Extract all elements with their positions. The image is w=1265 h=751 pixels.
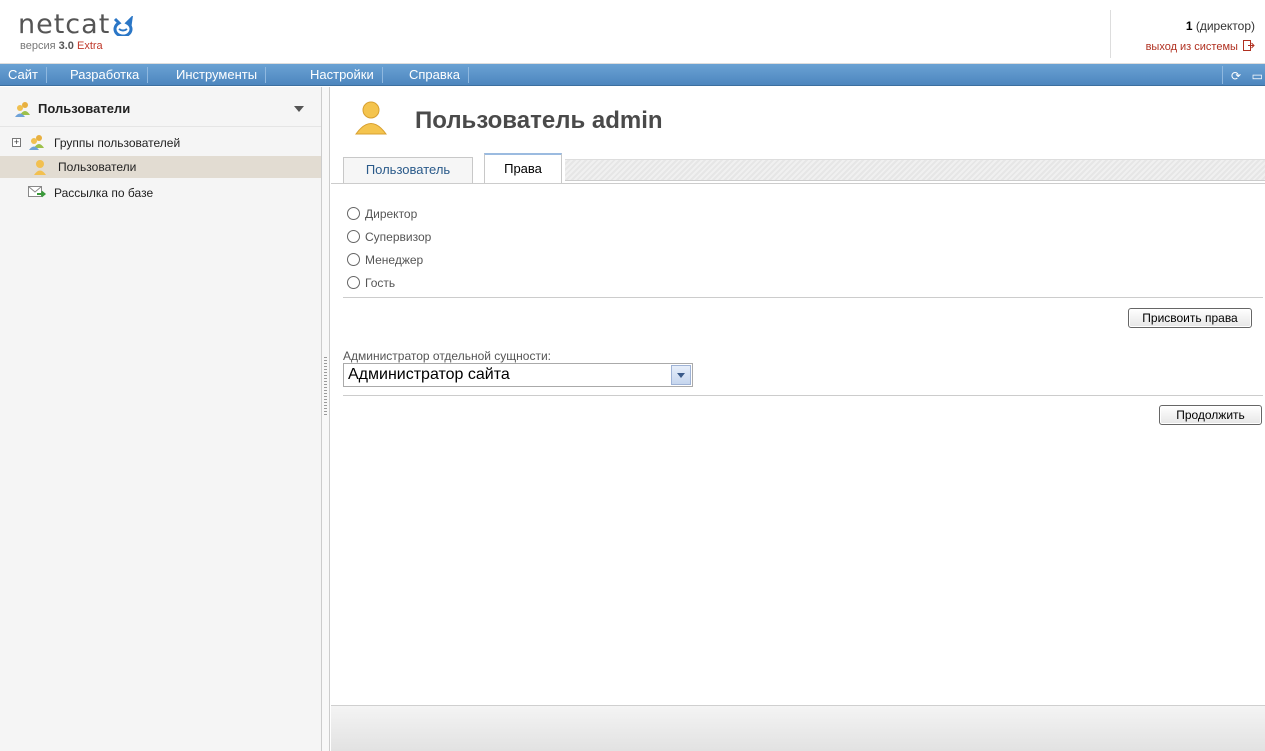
main-content: Пользователь admin Пользователь Права Ди… xyxy=(331,87,1265,751)
menu-right-tools: ⟳ ▭ xyxy=(1205,66,1265,84)
logo-text: netcat xyxy=(18,9,111,40)
sidebar-item-user-groups[interactable]: + Группы пользователей xyxy=(0,132,321,154)
sidebar-item-label: Рассылка по базе xyxy=(54,186,154,200)
logout-label: выход из системы xyxy=(1145,41,1238,53)
expand-icon[interactable]: + xyxy=(12,138,21,147)
header-divider xyxy=(1110,10,1111,58)
sidebar: Пользователи + Группы пользователей Поль… xyxy=(0,87,322,751)
menu-item-help[interactable]: Справка xyxy=(401,67,469,83)
logout-link[interactable]: выход из системы xyxy=(1146,40,1255,53)
divider xyxy=(343,395,1263,396)
tab-strip: Пользователь Права xyxy=(331,151,1265,183)
version-prefix: версия xyxy=(20,40,56,52)
tab-strip-background xyxy=(565,159,1265,181)
role-label: Гость xyxy=(365,276,396,290)
netcat-logo[interactable]: netcat xyxy=(18,9,134,40)
user-id: 1 xyxy=(1185,19,1193,33)
divider xyxy=(343,297,1263,298)
splitter-grip[interactable] xyxy=(324,357,327,417)
version-info: версия 3.0 Extra xyxy=(20,40,103,52)
sidebar-header[interactable]: Пользователи xyxy=(0,87,321,127)
main-menu-bar: Сайт Разработка Инструменты Настройки Сп… xyxy=(0,64,1265,86)
role-option-director[interactable]: Директор xyxy=(347,207,417,229)
sidebar-item-label: Пользователи xyxy=(58,160,137,174)
chevron-down-icon[interactable] xyxy=(671,365,691,385)
tab-rights[interactable]: Права xyxy=(484,153,562,183)
role-label: Директор xyxy=(365,207,418,221)
chat-icon[interactable]: ▭ xyxy=(1252,69,1263,83)
radio-button[interactable] xyxy=(347,207,360,220)
user-group-icon xyxy=(29,135,44,150)
user-icon xyxy=(355,101,387,135)
entity-admin-value: Администратор сайта xyxy=(348,366,510,383)
menu-item-site[interactable]: Сайт xyxy=(0,67,47,83)
sidebar-item-users[interactable]: Пользователи xyxy=(0,156,321,178)
current-user: 1 (директор) xyxy=(1186,19,1255,33)
refresh-icon[interactable]: ⟳ xyxy=(1231,69,1241,83)
chevron-down-icon[interactable] xyxy=(294,106,304,112)
cat-logo-icon xyxy=(113,16,134,36)
sidebar-title: Пользователи xyxy=(38,101,131,116)
sidebar-item-label: Группы пользователей xyxy=(54,136,181,150)
user-group-icon xyxy=(15,102,30,117)
continue-button[interactable]: Продолжить xyxy=(1159,405,1262,425)
page-title: Пользователь admin xyxy=(415,107,663,134)
radio-button[interactable] xyxy=(347,230,360,243)
entity-admin-label: Администратор отдельной сущности: xyxy=(343,349,551,363)
assign-rights-button[interactable]: Присвоить права xyxy=(1128,308,1252,328)
menu-separator xyxy=(1222,66,1223,84)
user-icon xyxy=(34,160,46,175)
menu-item-settings[interactable]: Настройки xyxy=(302,67,383,83)
tab-user[interactable]: Пользователь xyxy=(343,157,473,183)
tab-baseline xyxy=(331,183,1265,184)
role-option-guest[interactable]: Гость xyxy=(347,276,395,298)
user-role: (директор) xyxy=(1195,19,1255,33)
footer-bar xyxy=(331,705,1265,751)
panel-splitter[interactable] xyxy=(322,87,330,751)
app-header: netcat версия 3.0 Extra 1 (директор) вых… xyxy=(0,0,1265,64)
menu-item-development[interactable]: Разработка xyxy=(62,67,149,83)
role-option-supervisor[interactable]: Супервизор xyxy=(347,230,431,252)
version-number: 3.0 xyxy=(58,40,74,52)
sidebar-item-mailing[interactable]: Рассылка по базе xyxy=(0,182,321,204)
radio-button[interactable] xyxy=(347,253,360,266)
entity-admin-select[interactable]: Администратор сайта xyxy=(343,363,693,387)
radio-button[interactable] xyxy=(347,276,360,289)
role-label: Менеджер xyxy=(365,253,424,267)
version-edition: Extra xyxy=(76,40,103,52)
mail-send-icon xyxy=(28,186,46,198)
exit-icon xyxy=(1243,40,1255,51)
role-option-manager[interactable]: Менеджер xyxy=(347,253,423,275)
role-label: Супервизор xyxy=(365,230,432,244)
menu-item-tools[interactable]: Инструменты xyxy=(168,67,267,83)
